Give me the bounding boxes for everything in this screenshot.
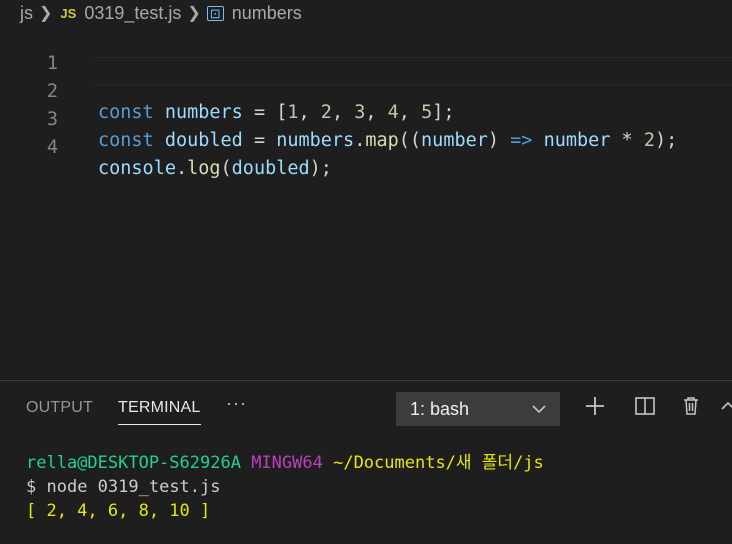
code-line[interactable]: 4 console.log(doubled); — [0, 113, 732, 179]
tab-terminal[interactable]: TERMINAL — [118, 399, 201, 425]
chevron-right-icon: ❯ — [39, 5, 53, 22]
terminal-prompt-symbol: $ — [26, 477, 37, 497]
split-terminal-icon[interactable] — [634, 395, 656, 422]
terminal-command-line: $ node 0319_test.js — [26, 477, 221, 497]
terminal-env: MINGW64 — [251, 453, 323, 473]
chevron-up-icon[interactable] — [720, 395, 732, 422]
code-text: console.log(doubled); — [98, 158, 332, 179]
code-line[interactable]: 2 const numbers = [1, 2, 3, 4, 5]; — [0, 57, 732, 123]
panel-tabs: OUTPUT TERMINAL ··· 1: bash — [0, 381, 732, 437]
terminal-select[interactable]: 1: bash — [396, 392, 560, 426]
tab-output[interactable]: OUTPUT — [26, 399, 93, 417]
code-editor[interactable]: 1 2 const numbers = [1, 2, 3, 4, 5]; 3 c… — [0, 28, 732, 380]
breadcrumb-symbol[interactable]: numbers — [232, 3, 302, 24]
terminal-select-value: 1: bash — [410, 399, 470, 419]
breadcrumb-folder[interactable]: js — [20, 3, 33, 24]
add-terminal-icon[interactable] — [584, 395, 606, 422]
terminal-path: ~/Documents/새 폴더/js — [333, 453, 544, 473]
code-line[interactable]: 3 const doubled = numbers.map((number) =… — [0, 85, 732, 151]
trash-icon[interactable] — [680, 395, 702, 422]
terminal-output[interactable]: rella@DESKTOP-S62926A MINGW64 ~/Document… — [26, 451, 544, 523]
terminal-result: [ 2, 4, 6, 8, 10 ] — [26, 501, 211, 521]
terminal-user-host: rella@DESKTOP-S62926A — [26, 453, 241, 473]
js-file-icon: JS — [60, 5, 77, 21]
terminal-command: node 0319_test.js — [46, 477, 221, 497]
terminal-prompt-line: rella@DESKTOP-S62926A MINGW64 ~/Document… — [26, 453, 544, 473]
chevron-right-icon: ❯ — [187, 5, 201, 22]
breadcrumb: js ❯ JS 0319_test.js ❯ ⊡ numbers — [0, 0, 732, 26]
breadcrumb-file[interactable]: 0319_test.js — [84, 3, 181, 24]
chevron-down-icon — [532, 392, 546, 438]
bottom-panel: OUTPUT TERMINAL ··· 1: bash rella@DESKTO… — [0, 380, 732, 544]
symbol-variable-icon: ⊡ — [206, 5, 224, 21]
more-actions-icon[interactable]: ··· — [226, 393, 247, 414]
line-number: 4 — [46, 137, 58, 158]
code-line[interactable]: 1 — [0, 29, 732, 74]
